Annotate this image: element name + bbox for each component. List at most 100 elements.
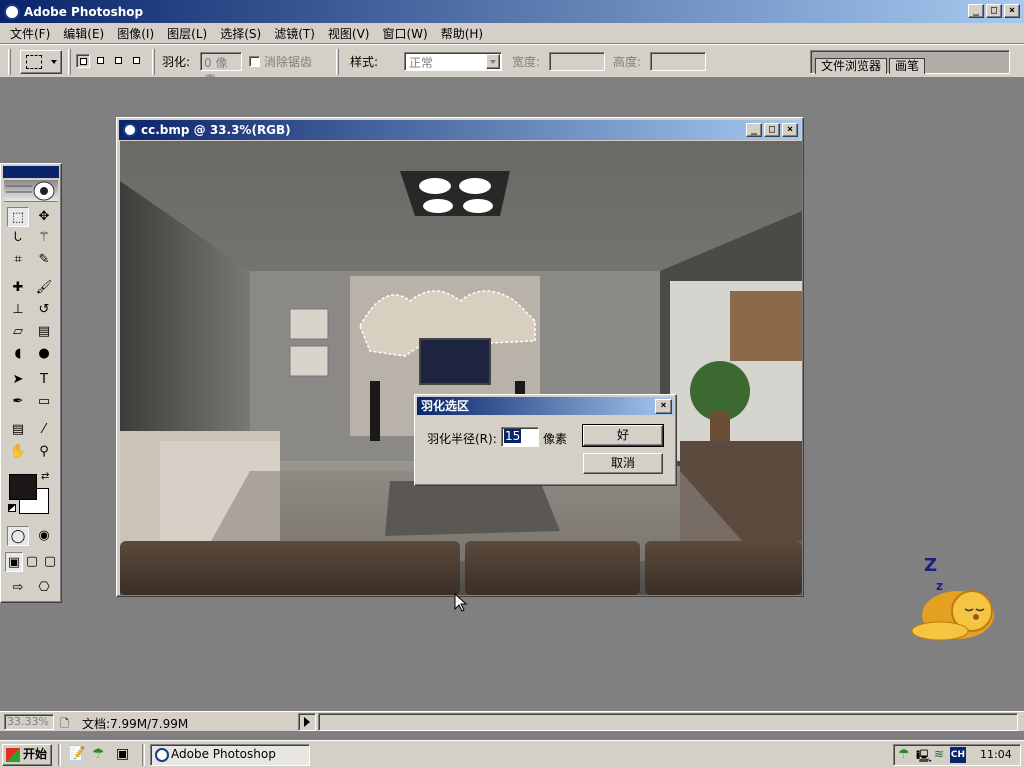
dialog-title: 羽化选区	[421, 399, 470, 413]
foreground-color-swatch[interactable]	[9, 474, 37, 500]
swap-colors-icon[interactable]: ⇄	[41, 471, 49, 482]
slice-tool-icon[interactable]: ✎	[33, 250, 55, 270]
quick-mask-icon[interactable]: ◉	[33, 526, 55, 546]
magic-wand-icon[interactable]: ⚚	[33, 228, 55, 248]
cancel-button[interactable]: 取消	[583, 453, 663, 474]
chevron-down-icon[interactable]	[486, 54, 500, 69]
toolbar-grip[interactable]	[8, 49, 11, 75]
quicklaunch-desktop-icon[interactable]: 📝	[68, 746, 85, 762]
menu-bar: 文件(F) 编辑(E) 图像(I) 图层(L) 选择(S) 滤镜(T) 视图(V…	[0, 23, 1024, 43]
mouse-cursor-icon	[454, 593, 468, 612]
brush-tool-icon[interactable]: 🖌	[33, 278, 55, 298]
feather-dialog: 羽化选区 × 羽化半径(R): 15 像素 好 取消	[414, 394, 677, 486]
healing-brush-icon[interactable]: ✚	[7, 278, 29, 298]
antialias-checkbox[interactable]	[249, 56, 260, 67]
hand-tool-icon[interactable]: ✋	[7, 442, 29, 462]
menu-window[interactable]: 窗口(W)	[376, 25, 434, 42]
menu-edit[interactable]: 编辑(E)	[57, 25, 111, 42]
tool-preset-picker[interactable]	[20, 50, 62, 74]
path-select-icon[interactable]: ➤	[7, 370, 29, 390]
height-input[interactable]	[650, 52, 706, 71]
file-browser-tab[interactable]: 文件浏览器	[815, 58, 888, 74]
doc-maximize-button[interactable]: □	[764, 123, 780, 137]
shape-tool-icon[interactable]: ▭	[33, 392, 55, 412]
doc-close-button[interactable]: ×	[782, 123, 798, 137]
adobe-eye-logo-icon[interactable]	[4, 180, 58, 202]
maximize-button[interactable]: □	[986, 4, 1002, 18]
document-title-bar[interactable]: cc.bmp @ 33.3%(RGB) _ □ ×	[119, 120, 801, 140]
imageready-icon[interactable]: ⎔	[33, 578, 55, 598]
standard-screen-icon[interactable]: ▣	[5, 552, 23, 572]
rect-marquee-icon	[26, 55, 42, 69]
feather-radius-value: 15	[504, 429, 522, 443]
crop-tool-icon[interactable]: ⌗	[7, 250, 29, 270]
menu-layer[interactable]: 图层(L)	[161, 25, 214, 42]
menu-select[interactable]: 选择(S)	[214, 25, 268, 42]
width-label: 宽度:	[512, 55, 541, 69]
language-indicator[interactable]: CH	[950, 747, 966, 763]
default-colors-icon[interactable]	[8, 504, 16, 512]
dialog-close-button[interactable]: ×	[655, 399, 672, 414]
eyedropper-icon[interactable]: ⁄	[33, 420, 55, 440]
dodge-tool-icon[interactable]: ●	[33, 344, 55, 364]
blur-tool-icon[interactable]: ◖	[7, 344, 29, 364]
status-text-area	[318, 713, 1018, 731]
menu-file[interactable]: 文件(F)	[4, 25, 57, 42]
menu-view[interactable]: 视图(V)	[322, 25, 377, 42]
taskbar-photoshop-button[interactable]: Adobe Photoshop	[150, 744, 310, 766]
app-title-bar[interactable]: Adobe Photoshop _ □ ×	[0, 0, 1024, 23]
close-button[interactable]: ×	[1004, 4, 1020, 18]
width-input[interactable]	[549, 52, 605, 71]
living-room-image	[120, 141, 802, 595]
zoom-tool-icon[interactable]: ⚲	[33, 442, 55, 462]
menu-help[interactable]: 帮助(H)	[435, 25, 490, 42]
start-button[interactable]: 开始	[2, 744, 52, 766]
feather-radius-input[interactable]: 15	[501, 427, 539, 447]
taskbar-divider	[58, 744, 61, 766]
jump-to-imageready-icon[interactable]: ⇨	[7, 578, 29, 598]
quicklaunch-umbrella-icon[interactable]: ☂	[92, 746, 105, 762]
dialog-title-bar[interactable]: 羽化选区	[417, 397, 674, 415]
triangle-right-icon	[304, 717, 310, 727]
new-selection-button[interactable]	[76, 54, 90, 68]
palette-well: 文件浏览器 画笔	[810, 50, 1010, 74]
add-selection-button[interactable]	[94, 54, 108, 68]
status-menu-button[interactable]	[298, 713, 316, 731]
toolbox-titlebar[interactable]	[3, 166, 59, 178]
gradient-tool-icon[interactable]: ▤	[33, 322, 55, 342]
lasso-tool-icon[interactable]: ᘂ	[7, 228, 29, 248]
tray-umbrella-icon[interactable]: ☂	[898, 747, 910, 762]
feather-input[interactable]: 0 像素	[200, 52, 242, 87]
pen-tool-icon[interactable]: ✒	[7, 392, 29, 412]
tray-network-icon[interactable]: 🖳	[916, 747, 932, 768]
image-canvas[interactable]	[120, 141, 802, 595]
doc-minimize-button[interactable]: _	[746, 123, 762, 137]
marquee-tool-icon[interactable]: ⬚	[7, 207, 29, 227]
menu-image[interactable]: 图像(I)	[111, 25, 161, 42]
notes-tool-icon[interactable]: ▤	[7, 420, 29, 440]
sleeping-lion-mascot-icon[interactable]: Z z	[906, 555, 1002, 645]
minimize-button[interactable]: _	[968, 4, 984, 18]
history-brush-icon[interactable]: ↺	[33, 300, 55, 320]
tray-sound-icon[interactable]: ≋	[934, 747, 944, 761]
style-select-value: 正常	[409, 56, 434, 70]
quicklaunch-app-icon[interactable]: ▣	[116, 746, 129, 762]
subtract-selection-button[interactable]	[112, 54, 126, 68]
document-size-info: 文档:7.99M/7.99M	[82, 717, 189, 731]
full-screen-icon[interactable]: ▢	[41, 552, 59, 572]
ok-button[interactable]: 好	[582, 424, 664, 447]
standard-mode-icon[interactable]: ◯	[7, 526, 29, 546]
full-screen-menu-icon[interactable]: ▢	[23, 552, 41, 572]
eraser-tool-icon[interactable]: ▱	[7, 322, 29, 342]
clone-stamp-icon[interactable]: ⊥	[7, 300, 29, 320]
type-tool-icon[interactable]: T	[33, 370, 55, 390]
zoom-level[interactable]: 33.33%	[4, 714, 54, 730]
photoshop-logo-icon	[4, 3, 20, 20]
style-select[interactable]: 正常	[404, 52, 502, 71]
sleep-z-large: Z	[924, 555, 938, 576]
move-tool-icon[interactable]: ✥	[33, 207, 55, 227]
brushes-tab[interactable]: 画笔	[889, 58, 926, 74]
intersect-selection-button[interactable]	[130, 54, 144, 68]
menu-filter[interactable]: 滤镜(T)	[268, 25, 322, 42]
add-selection-icon	[97, 57, 104, 64]
